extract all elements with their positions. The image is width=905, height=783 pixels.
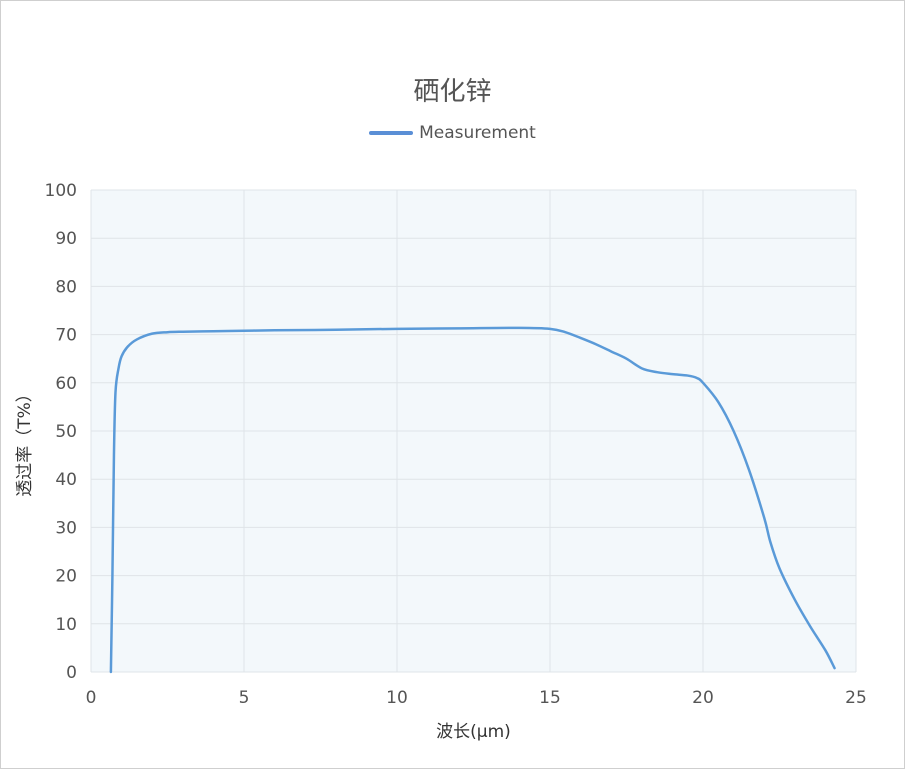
x-axis-label: 波长(μm) [436,722,511,742]
y-tick-label: 30 [55,518,77,538]
y-tick-label: 70 [55,326,77,346]
y-tick-labels: 0 10 20 30 40 50 60 70 80 90 100 [45,181,77,683]
x-tick-label: 15 [539,688,561,708]
x-tick-label: 20 [692,688,714,708]
y-tick-label: 50 [55,422,77,442]
y-tick-label: 20 [55,567,77,587]
x-tick-label: 25 [845,688,867,708]
x-tick-label: 10 [386,688,408,708]
y-tick-label: 90 [55,229,77,249]
x-tick-label: 5 [239,688,250,708]
y-tick-label: 40 [55,470,77,490]
y-tick-label: 60 [55,374,77,394]
x-tick-labels: 0 5 10 15 20 25 [86,688,867,708]
y-tick-label: 0 [66,663,77,683]
y-tick-label: 100 [45,181,77,201]
x-tick-label: 0 [86,688,97,708]
y-tick-label: 80 [55,277,77,297]
y-axis-label: 透过率（T%） [15,385,35,497]
chart-svg: 0 10 20 30 40 50 60 70 80 90 100 0 5 10 15 20 25 波长(μm)… [15,181,867,742]
y-tick-label: 10 [55,615,77,635]
